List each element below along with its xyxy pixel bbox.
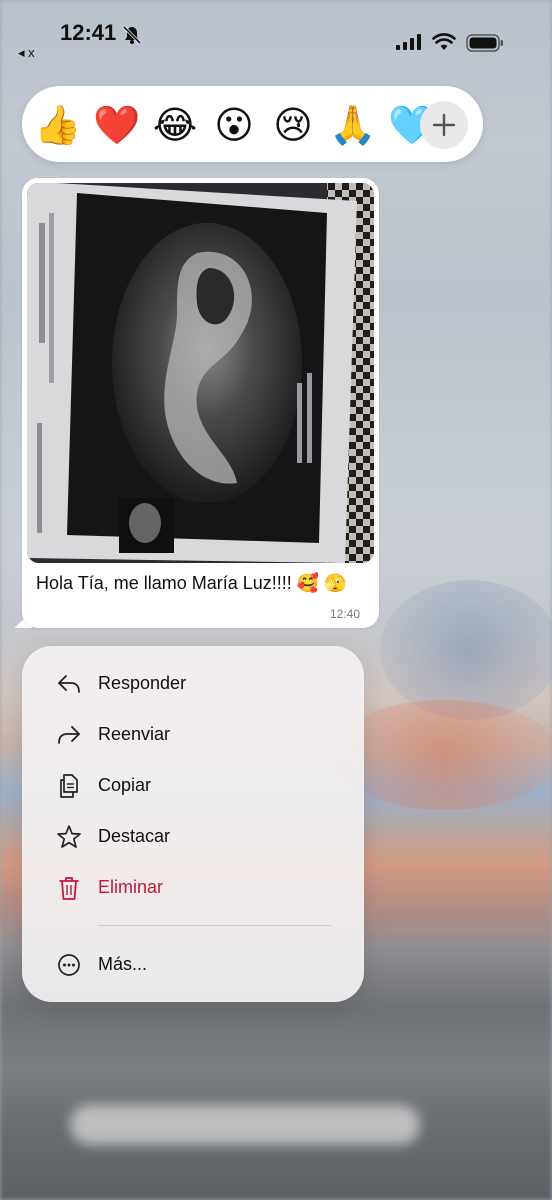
reaction-surprised[interactable]: 😮	[211, 102, 257, 148]
more-icon	[58, 954, 80, 976]
menu-item-label: Reenviar	[98, 724, 171, 744]
status-bar: 12:41 ◂ x	[0, 0, 552, 70]
reaction-bar: 👍 ❤️ 😂 😮 😢 🙏 🩵	[22, 86, 483, 162]
cellular-signal-icon	[396, 34, 421, 50]
reply-icon	[58, 675, 80, 693]
message-context-menu: Responder Reenviar Copiar Destacar Elimi…	[22, 646, 364, 1002]
reaction-tears-of-joy[interactable]: 😂	[152, 102, 198, 148]
silent-bell-icon	[122, 25, 142, 45]
reaction-folded-hands[interactable]: 🙏	[329, 102, 376, 148]
message-timestamp: 12:40	[330, 607, 361, 621]
menu-item-copy[interactable]: Copiar	[22, 763, 364, 809]
menu-item-label: Eliminar	[98, 877, 164, 897]
menu-item-delete[interactable]: Eliminar	[22, 865, 364, 911]
menu-divider	[98, 925, 332, 926]
menu-item-forward[interactable]: Reenviar	[22, 712, 364, 758]
background-blurred-input-bar	[70, 1105, 420, 1145]
menu-item-label: Copiar	[98, 775, 152, 795]
copy-icon	[60, 774, 78, 798]
background-blur-shape	[380, 580, 552, 720]
menu-item-star[interactable]: Destacar	[22, 814, 364, 860]
reaction-red-heart[interactable]: ❤️	[93, 102, 140, 148]
forward-icon	[58, 726, 80, 744]
menu-item-label: Destacar	[98, 826, 171, 846]
menu-item-label: Más...	[98, 954, 148, 974]
message-text: Hola Tía, me llamo María Luz!!!! 🥰 🫣	[36, 573, 347, 593]
menu-item-label: Responder	[98, 673, 187, 693]
back-to-app-link[interactable]: ◂ x	[18, 45, 35, 61]
reaction-thumbs-up[interactable]: 👍	[34, 102, 81, 148]
reaction-crying[interactable]: 😢	[270, 102, 316, 148]
trash-icon	[59, 877, 79, 900]
ultrasound-image	[27, 183, 374, 563]
plus-icon	[432, 113, 456, 137]
star-icon	[57, 825, 81, 848]
more-reactions-button[interactable]	[420, 101, 468, 149]
ultrasound-photo[interactable]	[27, 183, 374, 563]
menu-item-reply[interactable]: Responder	[22, 661, 364, 707]
status-time: 12:41	[60, 20, 117, 45]
battery-icon	[466, 34, 503, 52]
menu-item-more[interactable]: Más...	[22, 942, 364, 988]
wifi-icon	[432, 33, 456, 50]
